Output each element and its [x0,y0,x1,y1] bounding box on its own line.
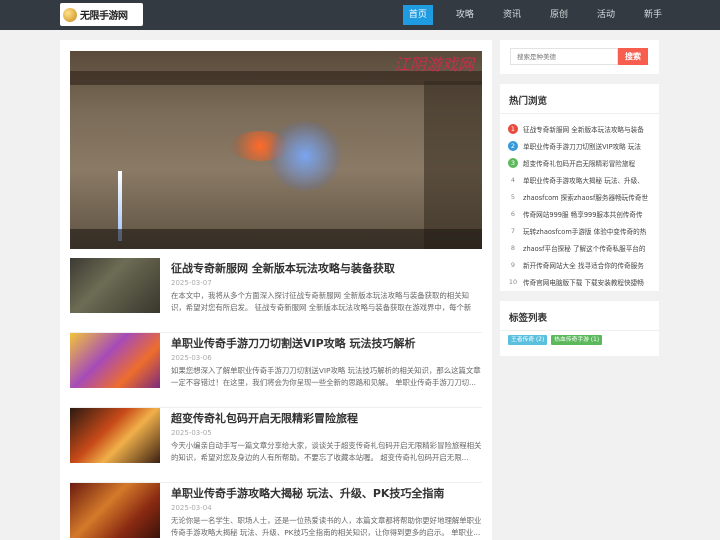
article-thumbnail[interactable] [70,333,160,388]
hot-item-title[interactable]: 传奇官网电脑版下载 下载安装教程快捷畅 [523,277,644,287]
tag-list-title: 标签列表 [509,313,548,324]
hot-list-item[interactable]: 6 传奇网站999服 畅享999服本共创传奇传 [508,205,654,222]
hot-item-title[interactable]: 传奇网站999服 畅享999服本共创传奇传 [523,209,643,219]
rank-badge: 5 [510,192,516,201]
article-item[interactable]: 超变传奇礼包码开启无限精彩冒险旅程 2025-03-05 今天小编亲自动手写一篇… [70,408,482,483]
hot-list: 1 征战专奇新服网 全新版本玩法攻略与装备 2 单职业传奇手游刀刀切割送VIP攻略 … [508,120,654,290]
article-summary: 无论你是一名学生、职场人士，还是一位热爱读书的人，本篇文章都将帮助你更好地理解单… [171,516,482,537]
article-title[interactable]: 超变传奇礼包码开启无限精彩冒险旅程 [171,410,358,426]
article-item[interactable]: 单职业传奇手游攻略大揭秘 玩法、升级、PK技巧全指南 2025-03-04 无论… [70,483,482,540]
hot-item-title[interactable]: 单职业传奇手游攻略大揭秘 玩法、升级、 [523,175,644,185]
article-title[interactable]: 单职业传奇手游攻略大揭秘 玩法、升级、PK技巧全指南 [171,485,444,501]
article-thumbnail[interactable] [70,258,160,313]
hot-list-item[interactable]: 1 征战专奇新服网 全新版本玩法攻略与装备 [508,120,654,137]
hot-browse-title: 热门浏览 [509,96,548,107]
hot-list-item[interactable]: 4 单职业传奇手游攻略大揭秘 玩法、升级、 [508,171,654,188]
hot-list-item[interactable]: 2 单职业传奇手游刀刀切割送VIP攻略 玩法 [508,137,654,154]
search-panel: 搜索 [500,40,659,74]
logo-text: 无限手游网 [80,11,128,22]
top-navbar: 无限手游网 首页 攻略 资讯 原创 活动 新手 [0,0,720,30]
main-nav: 首页 攻略 资讯 原创 活动 新手 [402,5,668,25]
banner-watermark: 江阴游戏网 [393,55,474,74]
article-date: 2025-03-07 [171,279,212,287]
hot-list-item[interactable]: 7 玩转zhaosfcom手游版 体验中变传奇的热 [508,222,654,239]
hot-list-item[interactable]: 10 传奇官网电脑版下载 下载安装教程快捷畅 [508,273,654,290]
rank-badge: 2 [508,140,518,151]
rank-badge: 9 [510,260,516,269]
nav-guides[interactable]: 攻略 [450,5,480,25]
tag-chip[interactable]: 王者传奇 (2) [508,335,548,345]
nav-home[interactable]: 首页 [402,5,433,25]
article-date: 2025-03-04 [171,504,212,512]
main-content: 江阴游戏网 征战专奇新服网 全新版本玩法攻略与装备获取 2025-03-07 在… [60,40,492,540]
hot-browse-panel: 热门浏览 1 征战专奇新服网 全新版本玩法攻略与装备 2 单职业传奇手游刀刀切割送V… [500,84,659,291]
nav-news[interactable]: 资讯 [497,5,527,25]
article-thumbnail[interactable] [70,483,160,538]
article-title[interactable]: 征战专奇新服网 全新版本玩法攻略与装备获取 [171,260,395,276]
featured-banner-image[interactable]: 江阴游戏网 [70,51,482,249]
hot-list-item[interactable]: 9 新开传奇网站大全 找寻适合你的传奇服务 [508,256,654,273]
hot-list-item[interactable]: 5 zhaosfcom 探索zhaosf服务器畅玩传奇世 [508,188,654,205]
rank-badge: 3 [508,157,518,168]
tag-chip[interactable]: 热血传奇手游 (1) [551,335,603,345]
nav-original[interactable]: 原创 [544,5,574,25]
tag-list-panel: 标签列表 王者传奇 (2) 热血传奇手游 (1) [500,301,659,356]
nav-beginner[interactable]: 新手 [638,5,668,25]
hot-list-item[interactable]: 3 超变传奇礼包码开启无限精彩冒险旅程 [508,154,654,171]
article-date: 2025-03-06 [171,354,212,362]
rank-badge: 4 [510,175,516,184]
hot-item-title[interactable]: 玩转zhaosfcom手游版 体验中变传奇的热 [523,226,646,236]
site-logo[interactable]: 无限手游网 [60,3,143,26]
hot-item-title[interactable]: 新开传奇网站大全 找寻适合你的传奇服务 [523,260,644,270]
hot-list-item[interactable]: 8 zhaosf平台探秘 了解这个传奇私服平台的 [508,239,654,256]
article-thumbnail[interactable] [70,408,160,463]
game-hud-bottom [70,229,482,249]
hot-item-title[interactable]: 超变传奇礼包码开启无限精彩冒险旅程 [523,158,635,168]
article-item[interactable]: 单职业传奇手游刀刀切割送VIP攻略 玩法技巧解析 2025-03-06 如果您想… [70,333,482,408]
rank-badge: 7 [510,226,516,235]
search-input[interactable] [510,48,618,65]
hot-item-title[interactable]: 征战专奇新服网 全新版本玩法攻略与装备 [523,124,644,134]
search-button[interactable]: 搜索 [618,48,648,65]
rank-badge: 10 [508,277,518,286]
nav-events[interactable]: 活动 [591,5,621,25]
article-summary: 今天小编亲自动手写一篇文章分享给大家，谈谈关于超变传奇礼包码开启无限精彩冒险旅程… [171,441,482,462]
article-item[interactable]: 征战专奇新服网 全新版本玩法攻略与装备获取 2025-03-07 在本文中，我将… [70,258,482,333]
article-list: 征战专奇新服网 全新版本玩法攻略与装备获取 2025-03-07 在本文中，我将… [70,258,482,540]
rank-badge: 8 [510,243,516,252]
article-date: 2025-03-05 [171,429,212,437]
divider [500,330,659,331]
article-summary: 如果您想深入了解单职业传奇手游刀刀切割送VIP攻略 玩法技巧解析的相关知识，那么… [171,366,481,387]
rank-badge: 6 [510,209,516,218]
game-hud-right [424,81,482,249]
hot-item-title[interactable]: zhaosfcom 探索zhaosf服务器畅玩传奇世 [523,192,648,202]
hot-item-title[interactable]: zhaosf平台探秘 了解这个传奇私服平台的 [523,243,645,253]
logo-emblem-icon [63,7,77,22]
game-effect-glow [265,121,345,191]
hot-item-title[interactable]: 单职业传奇手游刀刀切割送VIP攻略 玩法 [523,141,641,151]
rank-badge: 1 [508,123,518,134]
article-title[interactable]: 单职业传奇手游刀刀切割送VIP攻略 玩法技巧解析 [171,335,416,351]
article-summary: 在本文中，我将从多个方面深入探讨征战专奇新服网 全新版本玩法攻略与装备获取的相关… [171,291,472,312]
divider [500,113,659,114]
tag-cloud: 王者传奇 (2) 热血传奇手游 (1) [508,335,606,345]
